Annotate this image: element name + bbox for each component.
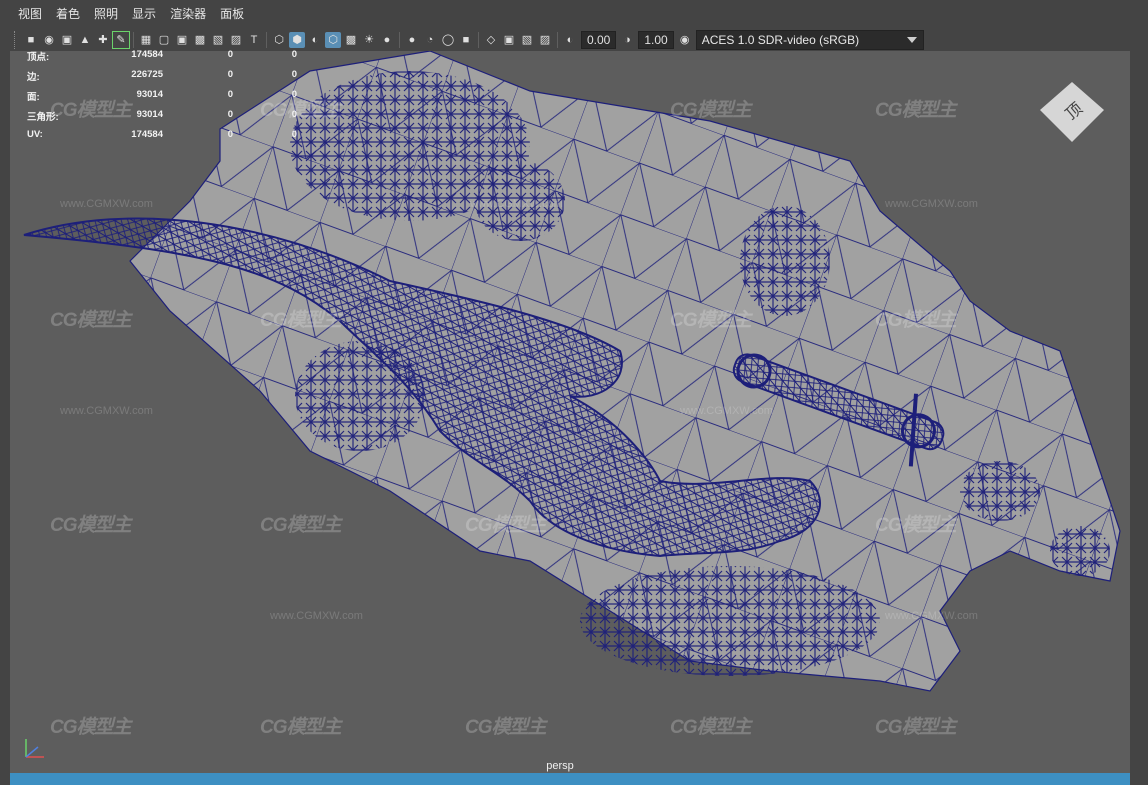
hud-row: UV: 174584 0 0 — [27, 129, 297, 140]
field-chart-icon[interactable]: ▧ — [210, 32, 226, 48]
grease-pencil-icon[interactable]: ✎ — [112, 31, 130, 49]
color-management-icon[interactable]: ◉ — [677, 32, 693, 48]
menu-shading[interactable]: 着色 — [49, 0, 87, 28]
watermark-url: www.CGMXW.com — [60, 405, 153, 417]
film-gate-icon[interactable]: ▢ — [156, 32, 172, 48]
active-panel-bar — [10, 773, 1130, 785]
panel-toolbar: ■ ◉ ▣ ▲ ✚ ✎ ▦ ▢ ▣ ▩ ▧ ▨ T ⬡ ⬢ ◐ ⬡ ▩ ☀ ● … — [10, 29, 1006, 51]
watermark-logo: CG模型主 — [875, 310, 957, 331]
3d-viewport[interactable] — [10, 51, 1148, 773]
safe-title-icon[interactable]: T — [246, 32, 262, 48]
toolbar-separator — [478, 32, 479, 48]
menu-lighting[interactable]: 照明 — [87, 0, 125, 28]
watermark-logo: CG模型主 — [465, 515, 547, 536]
multisample-aa-icon[interactable]: ◯ — [440, 32, 456, 48]
axis-gizmo-icon — [25, 739, 44, 758]
2d-pan-zoom-icon[interactable]: ✚ — [95, 32, 111, 48]
safe-action-icon[interactable]: ▨ — [228, 32, 244, 48]
xray-icon[interactable]: ▣ — [501, 32, 517, 48]
gate-mask-icon[interactable]: ▩ — [192, 32, 208, 48]
watermark-logo: CG模型主 — [875, 100, 957, 121]
scene-render — [23, 51, 1121, 692]
gamma-icon[interactable]: ◑ — [619, 32, 635, 48]
view-cube-icon[interactable]: 顶 — [1036, 80, 1108, 144]
hud-row: 顶点: 174584 0 0 — [27, 49, 297, 63]
exposure-field[interactable]: 0.00 — [581, 31, 617, 49]
watermark-logo: CG模型主 — [875, 515, 957, 536]
motion-blur-icon[interactable]: ◔ — [422, 32, 438, 48]
menu-view[interactable]: 视图 — [0, 0, 49, 28]
watermark-url: www.CGMXW.com — [470, 198, 563, 210]
shadows-icon[interactable]: ● — [379, 32, 395, 48]
watermark-logo: CG模型主 — [50, 717, 132, 738]
camera-name-label: persp — [546, 760, 574, 772]
watermark-logo: CG模型主 — [670, 100, 752, 121]
toolbar-grip[interactable] — [14, 31, 18, 49]
toolbar-separator — [399, 32, 400, 48]
color-space-value: ACES 1.0 SDR-video (sRGB) — [701, 33, 860, 47]
screen-space-ao-icon[interactable]: ● — [404, 32, 420, 48]
textured-icon[interactable]: ▩ — [343, 32, 359, 48]
hud-row: 边: 226725 0 0 — [27, 69, 297, 83]
watermark-url: www.CGMXW.com — [885, 198, 978, 210]
watermark-logo: CG模型主 — [260, 717, 342, 738]
watermark-url: www.CGMXW.com — [885, 610, 978, 622]
exposure-icon[interactable]: ◐ — [562, 32, 578, 48]
menu-renderer[interactable]: 渲染器 — [163, 0, 213, 28]
xray-active-components-icon[interactable]: ▧ — [519, 32, 535, 48]
toolbar-separator — [557, 32, 558, 48]
toolbar-separator — [266, 32, 267, 48]
select-camera-icon[interactable]: ■ — [23, 32, 39, 48]
watermark-logo: CG模型主 — [50, 515, 132, 536]
watermark-logo: CG模型主 — [670, 717, 752, 738]
watermark-logo: CG模型主 — [50, 100, 132, 121]
default-material-icon[interactable]: ◐ — [307, 32, 323, 48]
bookmarks-icon[interactable]: ▣ — [59, 32, 75, 48]
camera-attributes-icon[interactable]: ◉ — [41, 32, 57, 48]
depth-of-field-icon[interactable]: ■ — [458, 32, 474, 48]
chevron-down-icon — [906, 37, 917, 43]
watermark-url: www.CGMXW.com — [270, 610, 363, 622]
watermark-logo: CG模型主 — [465, 717, 547, 738]
xray-joints-icon[interactable]: ▨ — [537, 32, 553, 48]
grid-icon[interactable]: ▦ — [138, 32, 154, 48]
watermark-logo: CG模型主 — [875, 717, 957, 738]
watermark-logo: CG模型主 — [260, 100, 342, 121]
gamma-field[interactable]: 1.00 — [638, 31, 674, 49]
menu-bar: 视图 着色 照明 显示 渲染器 面板 — [0, 0, 1148, 28]
watermark-logo: CG模型主 — [260, 310, 342, 331]
toolbar-separator — [133, 32, 134, 48]
smooth-shade-icon[interactable]: ⬢ — [289, 32, 305, 48]
color-space-dropdown[interactable]: ACES 1.0 SDR-video (sRGB) — [695, 30, 924, 50]
use-all-lights-icon[interactable]: ☀ — [361, 32, 377, 48]
wireframe-icon[interactable]: ⬡ — [271, 32, 287, 48]
wireframe-on-shaded-icon[interactable]: ⬡ — [325, 32, 341, 48]
menu-show[interactable]: 显示 — [125, 0, 163, 28]
image-plane-icon[interactable]: ▲ — [77, 32, 93, 48]
watermark-logo: CG模型主 — [260, 515, 342, 536]
resolution-gate-icon[interactable]: ▣ — [174, 32, 190, 48]
side-panel-edge — [1130, 28, 1148, 785]
watermark-logo: CG模型主 — [50, 310, 132, 331]
watermark-url: www.CGMXW.com — [680, 405, 773, 417]
isolate-select-icon[interactable]: ◇ — [483, 32, 499, 48]
menu-panels[interactable]: 面板 — [213, 0, 251, 28]
watermark-logo: CG模型主 — [670, 310, 752, 331]
watermark-url: www.CGMXW.com — [60, 198, 153, 210]
